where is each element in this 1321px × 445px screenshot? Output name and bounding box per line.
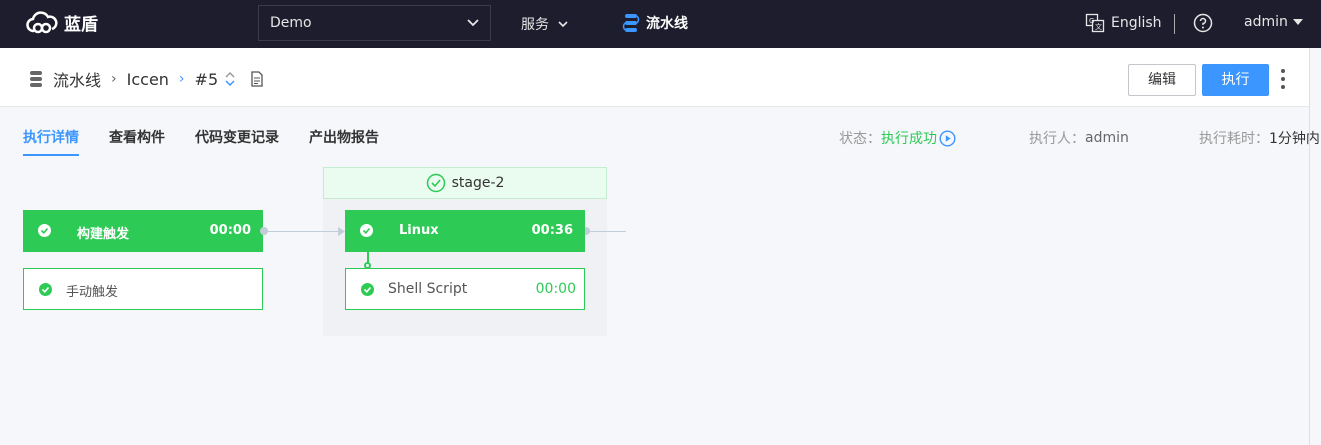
job-name: Linux	[399, 223, 439, 238]
help-button[interactable]	[1193, 13, 1213, 37]
breadcrumb-pipeline[interactable]: Iccen	[127, 70, 169, 89]
user-menu[interactable]: admin	[1244, 14, 1304, 30]
job-build-trigger[interactable]: 构建触发 00:00	[23, 210, 263, 252]
stage-2-title: stage-2	[451, 175, 505, 191]
user-name: admin	[1244, 14, 1288, 30]
stage-2-header[interactable]: stage-2	[323, 167, 607, 199]
chevron-down-icon	[467, 19, 479, 27]
check-circle-icon	[39, 283, 52, 296]
duration-info: 执行耗时： 1分钟内	[1199, 128, 1320, 148]
language-switch[interactable]: G 文 English	[1085, 13, 1162, 33]
more-vertical-icon	[1281, 69, 1285, 89]
stage-connector	[266, 231, 344, 232]
task-shell-script[interactable]: Shell Script 00:00	[345, 268, 585, 310]
chevron-down-icon	[558, 21, 568, 28]
document-icon[interactable]	[250, 71, 264, 87]
play-circle-icon[interactable]	[939, 129, 956, 147]
nav-service-menu[interactable]: 服务	[521, 14, 569, 34]
executor-info: 执行人： admin	[1029, 128, 1129, 148]
executor-label: 执行人：	[1029, 131, 1085, 147]
breadcrumb-root[interactable]: 流水线	[53, 67, 101, 91]
top-navbar: 蓝盾 Demo 服务 流水线 G 文 English admin	[0, 0, 1321, 48]
nav-pipeline-label: 流水线	[646, 16, 688, 32]
question-icon	[1193, 13, 1213, 33]
breadcrumb-build[interactable]: #5	[195, 70, 219, 89]
logo-text: 蓝盾	[64, 15, 98, 35]
page-header: 流水线 › Iccen › #5 编辑 执行	[0, 48, 1310, 107]
check-circle-icon	[38, 224, 51, 237]
svg-text:G: G	[1089, 17, 1094, 25]
check-circle-icon	[426, 173, 445, 193]
chevron-right-icon: ›	[111, 71, 117, 87]
pipeline-icon	[30, 71, 42, 87]
project-select[interactable]: Demo	[258, 5, 491, 41]
pipeline-icon	[622, 14, 640, 32]
caret-down-icon	[1292, 19, 1303, 25]
chevron-right-icon: ›	[178, 71, 185, 87]
tab-code-changes[interactable]: 代码变更记录	[195, 127, 279, 147]
job-linux[interactable]: Linux 00:36	[345, 210, 585, 252]
divider	[1174, 14, 1175, 34]
status-info: 状态： 执行成功	[839, 128, 956, 148]
svg-text:文: 文	[1095, 22, 1102, 31]
job-name: 构建触发	[77, 227, 130, 242]
tab-artifacts[interactable]: 查看构件	[109, 127, 165, 147]
more-menu-button[interactable]	[1278, 68, 1288, 94]
check-circle-icon	[361, 283, 374, 296]
chevron-up-icon[interactable]	[224, 71, 236, 79]
duration-value: 1分钟内	[1269, 131, 1320, 147]
job-time: 00:00	[209, 223, 251, 238]
task-time: 00:00	[535, 281, 576, 297]
tab-execution-detail[interactable]: 执行详情	[23, 127, 79, 156]
scrollbar-track[interactable]	[1309, 48, 1310, 445]
detail-tabs: 执行详情 查看构件 代码变更记录 产出物报告	[23, 127, 409, 156]
nav-service-label: 服务	[521, 17, 549, 33]
tab-output-report[interactable]: 产出物报告	[309, 127, 379, 147]
translate-icon: G 文	[1085, 13, 1105, 33]
build-switcher[interactable]	[224, 71, 236, 87]
status-value: 执行成功	[881, 131, 937, 147]
project-select-value: Demo	[270, 15, 312, 31]
breadcrumb: 流水线 › Iccen › #5	[27, 67, 264, 91]
job-time: 00:36	[531, 223, 573, 238]
check-circle-icon	[360, 224, 373, 237]
duration-label: 执行耗时：	[1199, 131, 1269, 147]
logo[interactable]: 蓝盾	[26, 10, 98, 35]
chevron-down-icon[interactable]	[224, 79, 236, 87]
executor-value: admin	[1085, 130, 1129, 146]
task-name: Shell Script	[388, 281, 468, 297]
language-label: English	[1111, 15, 1162, 31]
nav-pipeline[interactable]: 流水线	[622, 12, 688, 34]
edit-button[interactable]: 编辑	[1128, 64, 1196, 96]
cloud-logo-icon	[26, 10, 58, 33]
stage-connector	[588, 231, 626, 232]
run-button[interactable]: 执行	[1202, 64, 1269, 96]
status-label: 状态：	[839, 131, 881, 147]
task-manual-trigger[interactable]: 手动触发	[23, 268, 263, 310]
task-name: 手动触发	[66, 285, 119, 300]
